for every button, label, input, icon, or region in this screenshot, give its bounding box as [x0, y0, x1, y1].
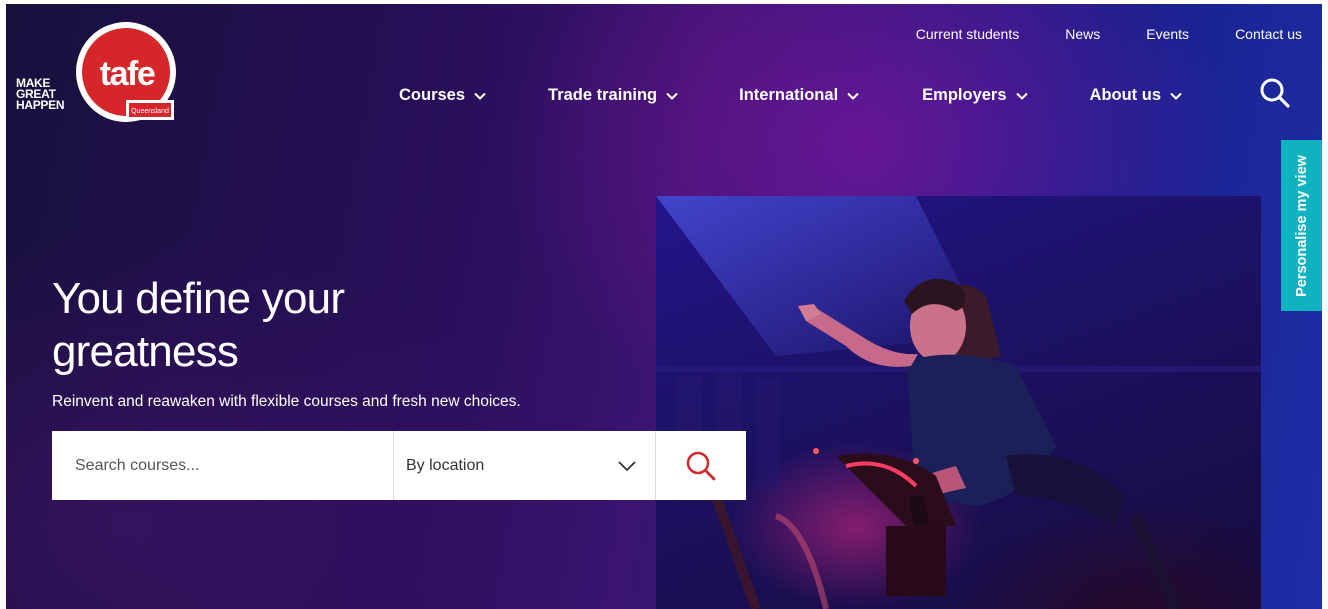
- chevron-down-icon: [474, 92, 486, 100]
- search-courses-input[interactable]: [52, 431, 394, 500]
- logo-mark: tafe Queensland: [76, 22, 176, 122]
- chevron-down-icon: [1170, 92, 1182, 100]
- main-nav: Courses Trade training International Emp…: [399, 86, 1183, 105]
- hero-subtitle: Reinvent and reawaken with flexible cour…: [52, 393, 521, 410]
- nav-label: International: [739, 86, 839, 104]
- hero-image: [656, 196, 1261, 609]
- nav-label: About us: [1089, 86, 1162, 104]
- personalise-my-view-tab[interactable]: Personalise my view: [1281, 140, 1322, 311]
- chevron-down-icon: [1015, 92, 1028, 100]
- logo-word: tafe: [100, 55, 155, 93]
- location-dropdown-label: By location: [406, 456, 485, 474]
- hero-title: You define your greatness: [52, 274, 345, 376]
- search-icon: [1260, 78, 1290, 108]
- header-search-button[interactable]: [1258, 76, 1292, 110]
- chevron-down-icon: [847, 92, 859, 100]
- nav-item-trade-training[interactable]: Trade training: [548, 86, 679, 105]
- tafe-logo[interactable]: MAKE GREAT HAPPEN tafe Queensland: [16, 22, 176, 126]
- nav-item-international[interactable]: International: [739, 86, 860, 105]
- hero-photo-illustration: [656, 196, 1261, 609]
- search-submit-button[interactable]: [656, 431, 746, 500]
- nav-label: Trade training: [548, 86, 658, 104]
- util-link-current-students[interactable]: Current students: [916, 26, 1020, 42]
- search-icon: [686, 451, 716, 480]
- logo-sub: Queensland: [131, 108, 169, 115]
- util-link-contact-us[interactable]: Contact us: [1235, 26, 1302, 42]
- util-link-events[interactable]: Events: [1146, 26, 1189, 42]
- nav-item-courses[interactable]: Courses: [399, 86, 487, 105]
- nav-label: Employers: [922, 86, 1007, 104]
- nav-item-about-us[interactable]: About us: [1090, 86, 1184, 105]
- util-link-news[interactable]: News: [1065, 26, 1100, 42]
- personalise-label: Personalise my view: [1294, 154, 1310, 297]
- utility-nav: Current students News Events Contact us: [870, 26, 1302, 42]
- page: MAKE GREAT HAPPEN tafe Queensland Curren…: [6, 4, 1322, 609]
- nav-label: Courses: [399, 86, 466, 104]
- nav-item-employers[interactable]: Employers: [922, 86, 1028, 105]
- chevron-down-icon: [618, 460, 636, 471]
- course-search-bar: By location: [52, 431, 746, 500]
- chevron-down-icon: [666, 92, 678, 100]
- location-dropdown[interactable]: By location: [394, 431, 656, 500]
